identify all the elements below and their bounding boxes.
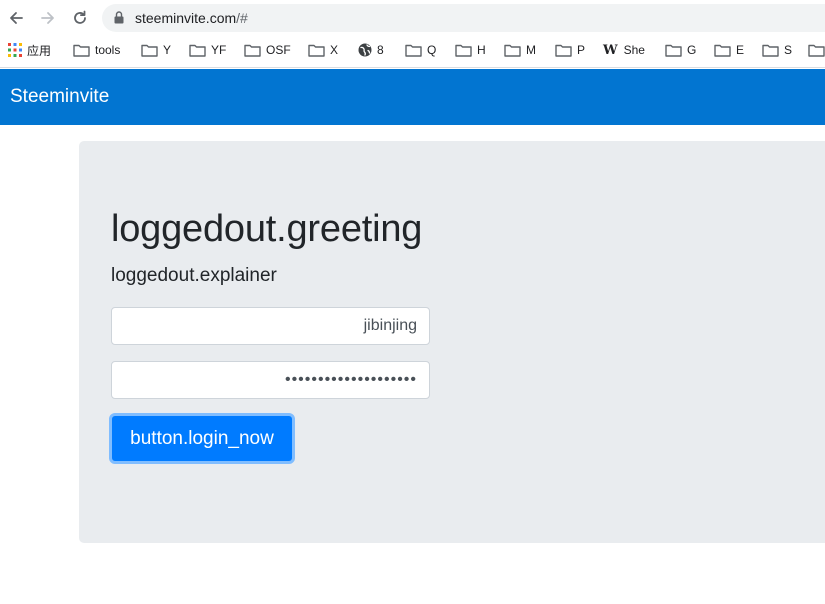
url-text: steeminvite.com/# <box>135 10 248 26</box>
bookmark-p[interactable]: P <box>555 41 585 59</box>
reload-icon <box>74 10 86 24</box>
bookmark-label: YF <box>211 43 227 57</box>
login-panel: loggedout.greeting loggedout.explainer b… <box>79 141 825 543</box>
bookmark-x[interactable]: X <box>308 41 338 59</box>
bookmarks-bar: 应用 tools Y YF OSF X 8 Q H M P W She G E … <box>0 36 825 64</box>
address-bar[interactable]: steeminvite.com/# <box>102 4 825 32</box>
bookmark-label: G <box>687 43 697 57</box>
apps-grid-icon <box>8 43 22 57</box>
bookmark-label: H <box>477 43 486 57</box>
bookmark-label: tools <box>95 43 121 57</box>
globe-icon <box>358 43 372 57</box>
app-navbar: Steeminvite <box>0 69 825 125</box>
bookmark-label: Q <box>427 43 437 57</box>
folder-icon <box>189 44 206 57</box>
folder-icon <box>455 44 472 57</box>
folder-icon <box>504 44 521 57</box>
folder-icon <box>762 44 779 57</box>
arrow-left-icon <box>10 12 23 24</box>
forward-button[interactable] <box>37 7 59 29</box>
chrome-divider <box>0 67 825 68</box>
password-input[interactable] <box>111 361 430 399</box>
back-button[interactable] <box>5 7 27 29</box>
bookmark-yf[interactable]: YF <box>189 41 226 59</box>
folder-icon <box>714 44 731 57</box>
reload-button[interactable] <box>69 7 91 29</box>
folder-icon <box>73 44 90 57</box>
arrow-right-icon <box>41 12 54 24</box>
bookmark-e[interactable]: E <box>714 41 744 59</box>
folder-icon <box>808 44 825 57</box>
lock-icon <box>114 11 124 24</box>
url-path: /# <box>236 10 248 26</box>
folder-icon <box>405 44 422 57</box>
folder-icon <box>141 44 158 57</box>
url-host: steeminvite.com <box>135 10 237 26</box>
bookmark-q[interactable]: Q <box>405 41 436 59</box>
browser-toolbar: steeminvite.com/# <box>0 0 825 36</box>
brand-link[interactable]: Steeminvite <box>10 86 109 108</box>
bookmark-osf[interactable]: OSF <box>244 41 291 59</box>
folder-icon <box>555 44 572 57</box>
bookmark-8[interactable]: 8 <box>358 41 384 59</box>
bookmark-h[interactable]: H <box>455 41 486 59</box>
bookmark-label: S <box>784 43 793 57</box>
bookmark-label: OSF <box>266 43 291 57</box>
bookmark-label: P <box>577 43 586 57</box>
bookmark-label: 应用 <box>27 43 52 58</box>
username-input[interactable] <box>111 307 430 345</box>
bookmark-label: 8 <box>377 43 384 57</box>
page-title: loggedout.greeting <box>111 208 423 250</box>
folder-icon <box>308 44 325 57</box>
login-button[interactable]: button.login_now <box>109 413 295 464</box>
bookmark-y[interactable]: Y <box>141 41 171 59</box>
bookmark-apps[interactable]: 应用 <box>8 41 51 59</box>
bookmark-g[interactable]: G <box>665 41 696 59</box>
folder-icon <box>244 44 261 57</box>
bookmark-overflow-folder[interactable] <box>808 41 825 59</box>
bookmark-she[interactable]: W She <box>603 41 645 59</box>
bookmark-label: M <box>526 43 536 57</box>
bookmark-tools[interactable]: tools <box>73 41 120 59</box>
bookmark-label: X <box>330 43 339 57</box>
page-explainer: loggedout.explainer <box>111 265 277 286</box>
folder-icon <box>665 44 682 57</box>
bookmark-m[interactable]: M <box>504 41 536 59</box>
bookmark-s[interactable]: S <box>762 41 792 59</box>
wikipedia-icon: W <box>603 42 618 58</box>
bookmark-label: She <box>623 43 645 57</box>
bookmark-label: Y <box>163 43 172 57</box>
bookmark-label: E <box>736 43 745 57</box>
